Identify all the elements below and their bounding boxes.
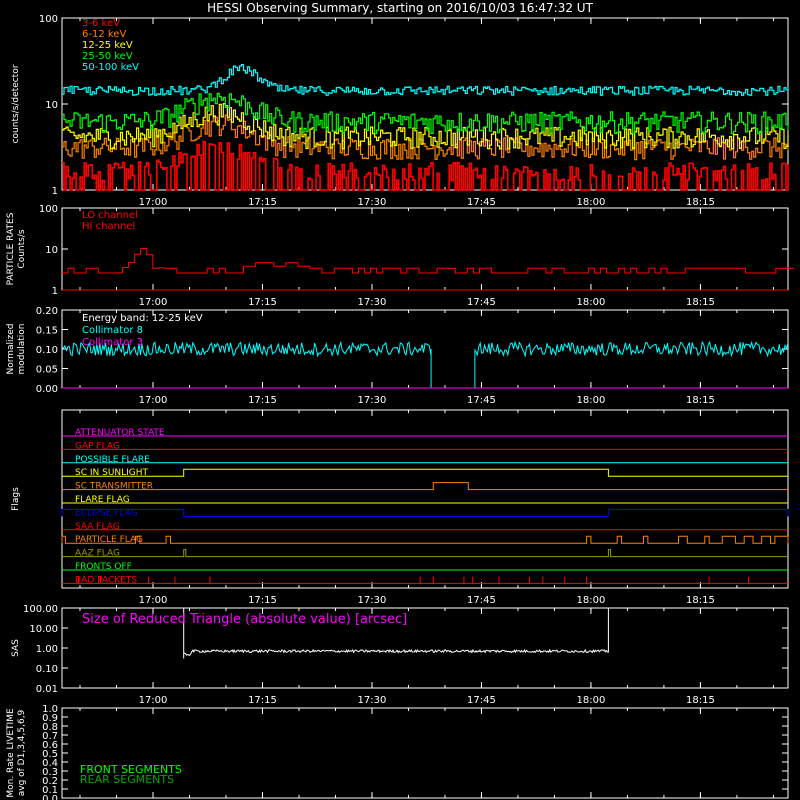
time-tick-label: 17:15 (248, 197, 277, 208)
flag-label: ECLIPSE FLAG (75, 508, 138, 518)
y-tick-label: 100.00 (23, 604, 58, 615)
y-tick-label: 1.0 (42, 704, 58, 715)
series-line (62, 247, 795, 274)
time-tick-label: 18:00 (577, 297, 606, 308)
legend-entry: LO channel (82, 210, 138, 221)
time-tick-label: 17:00 (139, 595, 168, 606)
time-tick-label: 17:00 (139, 297, 168, 308)
y-axis-label: modulation (17, 324, 27, 375)
time-tick-label: 17:15 (248, 297, 277, 308)
y-tick-label: 1 (52, 286, 58, 297)
y-axis-label: SAS (11, 639, 21, 657)
y-tick-label: 0.00 (36, 384, 58, 395)
y-tick-label: 0.20 (36, 306, 58, 317)
y-tick-label: 1.00 (36, 644, 58, 655)
y-tick-label: 10 (45, 245, 58, 256)
series-line (62, 63, 789, 96)
time-tick-label: 17:30 (358, 595, 387, 606)
y-tick-label: 0.15 (36, 326, 58, 337)
panel-counts: 17:00 17:15 17:30 17:45 18:00 18:15 1 10 100 coun… (11, 14, 789, 208)
series-line (61, 340, 789, 358)
y-tick-label: 100 (39, 204, 58, 215)
y-tick-label: 100 (39, 14, 58, 25)
y-axis-label: Normalized (6, 323, 16, 374)
panel-flags: 17:00 17:15 17:30 17:45 18:00 18:15FlagsATTEN… (11, 409, 789, 606)
time-tick-label: 18:00 (577, 695, 606, 706)
hessi-summary-figure: HESSI Observing Summary, starting on 201… (6, 1, 795, 800)
legend-entry: Energy band: 12-25 keV (82, 313, 203, 324)
flag-line (62, 482, 788, 491)
y-axis-label: PARTICLE RATES (6, 212, 16, 285)
y-axis-label: counts/s/detector (11, 64, 21, 143)
legend-entry: 3-6 keV (82, 18, 120, 29)
legend-entry: 50-100 keV (82, 62, 139, 73)
y-axis-label: avg of D1,3,4,5,6,9 (17, 709, 27, 796)
time-tick-label: 17:45 (467, 197, 496, 208)
flag-line (62, 549, 788, 558)
time-tick-label: 18:15 (686, 197, 715, 208)
time-tick-label: 18:15 (686, 395, 715, 406)
time-tick-label: 18:00 (577, 595, 606, 606)
time-tick-label: 17:15 (248, 595, 277, 606)
legend-entry: Collimator 8 (82, 325, 143, 336)
time-tick-label: 17:45 (467, 297, 496, 308)
panel-frame (61, 409, 789, 589)
y-tick-label: 10 (45, 100, 58, 111)
y-tick-label: 0.05 (36, 365, 58, 376)
time-tick-label: 17:00 (139, 695, 168, 706)
legend-entry: REAR SEGMENTS (80, 773, 174, 786)
time-tick-label: 18:00 (577, 197, 606, 208)
y-tick-label: 0.10 (36, 345, 58, 356)
y-tick-label: 0.01 (36, 684, 58, 695)
figure-title: HESSI Observing Summary, starting on 201… (207, 1, 593, 15)
panel-sas: 17:00 17:15 17:30 17:45 18:00 18:15 0.01 0.10 1.… (11, 604, 789, 706)
time-tick-label: 18:00 (577, 395, 606, 406)
y-tick-label: 10.00 (29, 624, 58, 635)
series-line (62, 140, 789, 191)
legend-entry: HI channel (82, 221, 135, 232)
y-axis-label: Flags (11, 487, 21, 511)
time-tick-label: 17:00 (139, 197, 168, 208)
panel-modulation: 17:00 17:15 17:30 17:45 18:00 18:15 0.00 0.05 0.… (6, 306, 789, 406)
time-tick-label: 17:30 (358, 395, 387, 406)
flag-line (62, 468, 788, 477)
time-tick-label: 17:45 (467, 695, 496, 706)
legend-entry: 6-12 keV (82, 29, 126, 40)
flag-line (61, 508, 789, 517)
panel-particle: 17:00 17:15 17:30 17:45 18:00 18:15 1 10 100 PART… (6, 204, 795, 308)
time-tick-label: 17:30 (358, 695, 387, 706)
flag-line (61, 535, 789, 544)
time-tick-label: 17:15 (248, 695, 277, 706)
legend-entry: 12-25 keV (82, 40, 133, 51)
time-tick-label: 17:45 (467, 395, 496, 406)
panel-frame (61, 207, 789, 291)
time-tick-label: 17:30 (358, 297, 387, 308)
time-tick-label: 18:15 (686, 297, 715, 308)
panels-group: 17:00 17:15 17:30 17:45 18:00 18:15 1 10 100 coun… (6, 14, 795, 800)
time-tick-label: 17:00 (139, 395, 168, 406)
time-tick-label: 17:45 (467, 595, 496, 606)
legend-entry: Size of Reduced Triangle (absolute value… (82, 612, 407, 627)
y-axis-label: Mon. Rate LIVETIME (6, 708, 16, 798)
y-axis-label: Counts/s (17, 229, 27, 268)
legend-entry: 25-50 keV (82, 51, 133, 62)
panel-livetime: 0.00.10.20.30.40.50.60.70.80.91.0Mon. Ra… (6, 704, 789, 800)
y-tick-label: 1 (52, 186, 58, 197)
panel-frame (61, 17, 789, 191)
time-tick-label: 18:15 (686, 695, 715, 706)
time-tick-label: 17:15 (248, 395, 277, 406)
y-tick-label: 0.10 (36, 664, 58, 675)
legend-entry: Collimator 3 (82, 337, 143, 348)
time-tick-label: 18:15 (686, 595, 715, 606)
time-tick-label: 17:30 (358, 197, 387, 208)
